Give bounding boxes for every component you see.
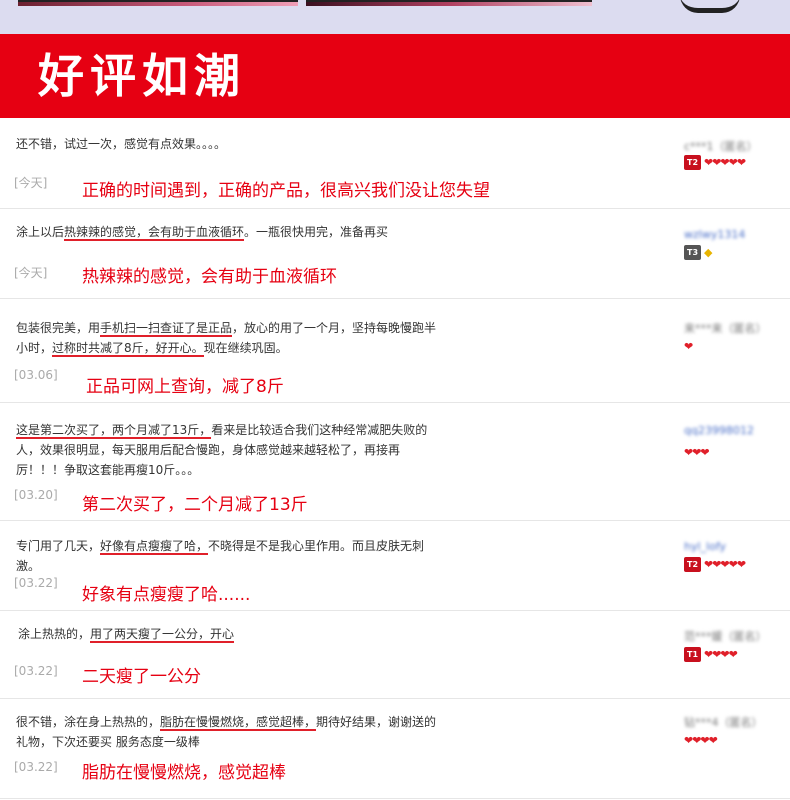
decorative-glyph (680, 0, 740, 13)
heart-rating-icon: ❤❤❤❤ (684, 733, 718, 747)
review-summary: 正确的时间遇到，正确的产品，很高兴我们没让您失望 (82, 181, 490, 201)
review-summary: 第二次买了，二个月减了13斤 (82, 495, 308, 515)
tier-badge-icon: T2 (684, 556, 701, 572)
review-summary: 好象有点瘦瘦了哈...... (82, 585, 251, 605)
review-date: [今天] (14, 266, 48, 280)
top-thumbnail-strip (0, 0, 790, 34)
review-text: 包装很完美，用手机扫一扫查证了是正品，放心的用了一个月，坚持每晚慢跑半小时，过称… (16, 318, 446, 358)
reviewer-tier: T2 ❤❤❤❤❤ (684, 556, 746, 572)
review-text-highlight: 好像有点瘦瘦了哈， (100, 539, 209, 555)
reviewer-name[interactable]: 钻***4（匿名） (684, 714, 763, 730)
thumbnail-edge-right (306, 0, 592, 2)
review-item: 涂上以后热辣辣的感觉，会有助于血液循环。一瓶很快用完，准备再买 [今天] 热辣辣… (0, 208, 790, 299)
reviewer-tier: T1 ❤❤❤❤ (684, 646, 738, 662)
review-text: 这是第二次买了，两个月减了13斤，看来是比较适合我们这种经常减肥失败的人，效果很… (16, 420, 444, 480)
review-text: 涂上以后热辣辣的感觉，会有助于血液循环。一瓶很快用完，准备再买 (16, 222, 446, 242)
review-text-highlight: 手机扫一扫查证了是正品 (100, 321, 233, 337)
review-text-highlight: 过称时共减了8斤，好开心。 (52, 341, 204, 357)
heart-rating-icon: ❤❤❤❤ (704, 647, 738, 661)
reviewer-name[interactable]: 来***来（匿名） (684, 320, 767, 336)
review-item: 很不错，涂在身上热热的，脂肪在慢慢燃烧，感觉超棒，期待好结果，谢谢送的礼物，下次… (0, 698, 790, 799)
reviewer-name[interactable]: c***1（匿名） (684, 138, 758, 154)
review-item: 涂上热热的，用了两天瘦了一公分，开心 [03.22] 二天瘦了一公分 范***媛… (0, 610, 790, 699)
review-text: 还不错，试过一次，感觉有点效果。。。。 (16, 134, 446, 154)
heart-rating-icon: ❤❤❤❤❤ (704, 155, 746, 169)
review-text: 专门用了几天，好像有点瘦瘦了哈，不晓得是不是我心里作用。而且皮肤无刺激。 (16, 536, 446, 576)
reviewer-tier: T2 ❤❤❤❤❤ (684, 154, 746, 170)
review-item: 还不错，试过一次，感觉有点效果。。。。 [今天] 正确的时间遇到，正确的产品，很… (0, 118, 790, 209)
review-text-plain: 专门用了几天， (16, 539, 101, 553)
tier-badge-icon: T3 (684, 244, 701, 260)
thumbnail-edge-left (18, 0, 298, 2)
reviewer-name[interactable]: hyl_lofy (684, 540, 726, 553)
review-text-plain: 包装很完美，用 (16, 321, 101, 335)
review-text: 涂上热热的，用了两天瘦了一公分，开心 (18, 624, 448, 644)
review-date: [03.06] (14, 368, 58, 382)
review-text: 很不错，涂在身上热热的，脂肪在慢慢燃烧，感觉超棒，期待好结果，谢谢送的礼物，下次… (16, 712, 446, 752)
reviewer-tier: T3 ◆ (684, 244, 712, 260)
heart-rating-icon: ❤ (684, 339, 693, 353)
heart-rating-icon: ❤❤❤❤❤ (704, 557, 746, 571)
review-item: 专门用了几天，好像有点瘦瘦了哈，不晓得是不是我心里作用。而且皮肤无刺激。 [03… (0, 520, 790, 611)
heart-rating-icon: ❤❤❤ (684, 445, 710, 459)
diamond-rating-icon: ◆ (704, 245, 713, 259)
review-text-plain: 涂上热热的， (18, 627, 91, 641)
praise-banner: 好评如潮 (0, 34, 790, 118)
reviewer-name[interactable]: qq23998012 (684, 424, 754, 437)
tier-badge-icon: T1 (684, 646, 701, 662)
review-text-highlight: 热辣辣的感觉，会有助于血液循环 (64, 225, 245, 241)
review-text-plain: 涂上以后 (16, 225, 65, 239)
review-date: [03.20] (14, 488, 58, 502)
review-date: [03.22] (14, 664, 58, 678)
review-text-plain: 很不错，涂在身上热热的， (16, 715, 161, 729)
review-text-highlight: 用了两天瘦了一公分，开心 (90, 627, 235, 643)
review-summary: 热辣辣的感觉，会有助于血液循环 (82, 267, 337, 287)
reviewer-tier: ❤❤❤ (684, 444, 710, 460)
review-text-plain: 。一瓶很快用完，准备再买 (244, 225, 389, 239)
review-summary: 正品可网上查询，减了8斤 (86, 377, 284, 397)
review-item: 这是第二次买了，两个月减了13斤，看来是比较适合我们这种经常减肥失败的人，效果很… (0, 402, 790, 521)
review-text-highlight: 这是第二次买了，两个月减了13斤， (16, 423, 212, 439)
review-summary: 二天瘦了一公分 (82, 667, 201, 687)
review-text-highlight: 脂肪在慢慢燃烧，感觉超棒， (160, 715, 317, 731)
reviewer-tier: ❤ (684, 338, 693, 354)
review-date: [03.22] (14, 576, 58, 590)
review-item: 包装很完美，用手机扫一扫查证了是正品，放心的用了一个月，坚持每晚慢跑半小时，过称… (0, 298, 790, 403)
reviewer-tier: ❤❤❤❤ (684, 732, 718, 748)
review-date: [03.22] (14, 760, 58, 774)
tier-badge-icon: T2 (684, 154, 701, 170)
review-date: [今天] (14, 176, 48, 190)
review-text-plain: 现在继续巩固。 (203, 341, 288, 355)
reviewer-name[interactable]: wzlwy1314 (684, 228, 745, 241)
reviewer-name[interactable]: 范***媛（匿名） (684, 628, 767, 644)
banner-title: 好评如潮 (38, 49, 246, 103)
review-summary: 脂肪在慢慢燃烧，感觉超棒 (82, 763, 286, 783)
review-text-plain: 还不错，试过一次，感觉有点效果。。。。 (16, 137, 227, 151)
